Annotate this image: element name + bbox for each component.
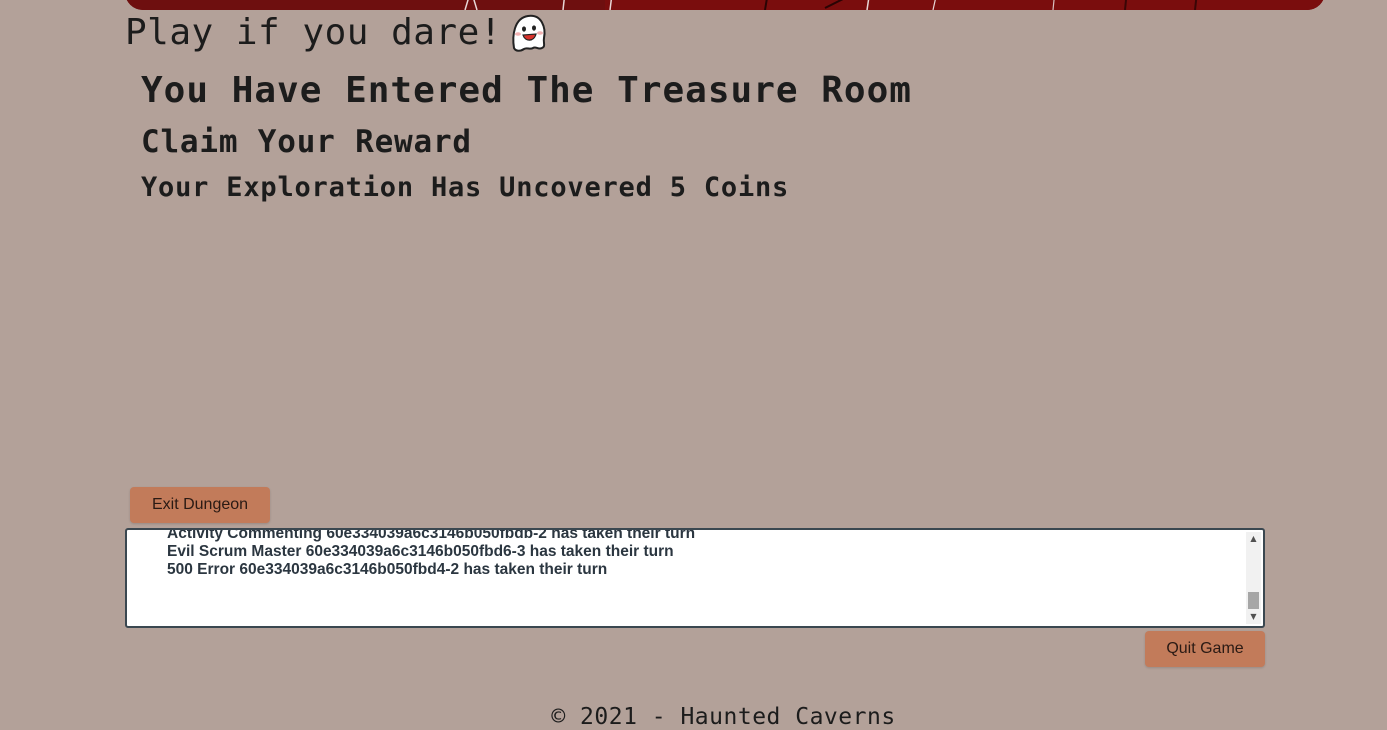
scroll-thumb[interactable] [1248,592,1259,609]
scroll-up-arrow-icon[interactable]: ▲ [1246,532,1261,546]
log-entry: Evil Scrum Master 60e334039a6c3146b050fb… [167,543,674,560]
log-lines: Activity Commenting 60e334039a6c3146b050… [167,528,696,579]
log-entry: 500 Error 60e334039a6c3146b050fbd4-2 has… [167,561,608,578]
coins-message: Your Exploration Has Uncovered 5 Coins [141,172,790,203]
header-banner [125,0,1325,10]
log-entry: Activity Commenting 60e334039a6c3146b050… [167,528,696,542]
log-scrollbar[interactable]: ▲ ▼ [1246,532,1261,624]
footer-copyright: © 2021 - Haunted Caverns [551,704,896,730]
ghost-icon [506,10,550,54]
reward-heading: Claim Your Reward [141,124,472,160]
quit-game-button[interactable]: Quit Game [1145,631,1265,667]
page-tagline: Play if you dare! [125,10,550,54]
game-log[interactable]: Activity Commenting 60e334039a6c3146b050… [125,528,1265,628]
tagline-text: Play if you dare! [125,11,502,53]
exit-dungeon-button[interactable]: Exit Dungeon [130,487,270,523]
room-title: You Have Entered The Treasure Room [141,70,912,111]
scroll-down-arrow-icon[interactable]: ▼ [1246,610,1261,624]
